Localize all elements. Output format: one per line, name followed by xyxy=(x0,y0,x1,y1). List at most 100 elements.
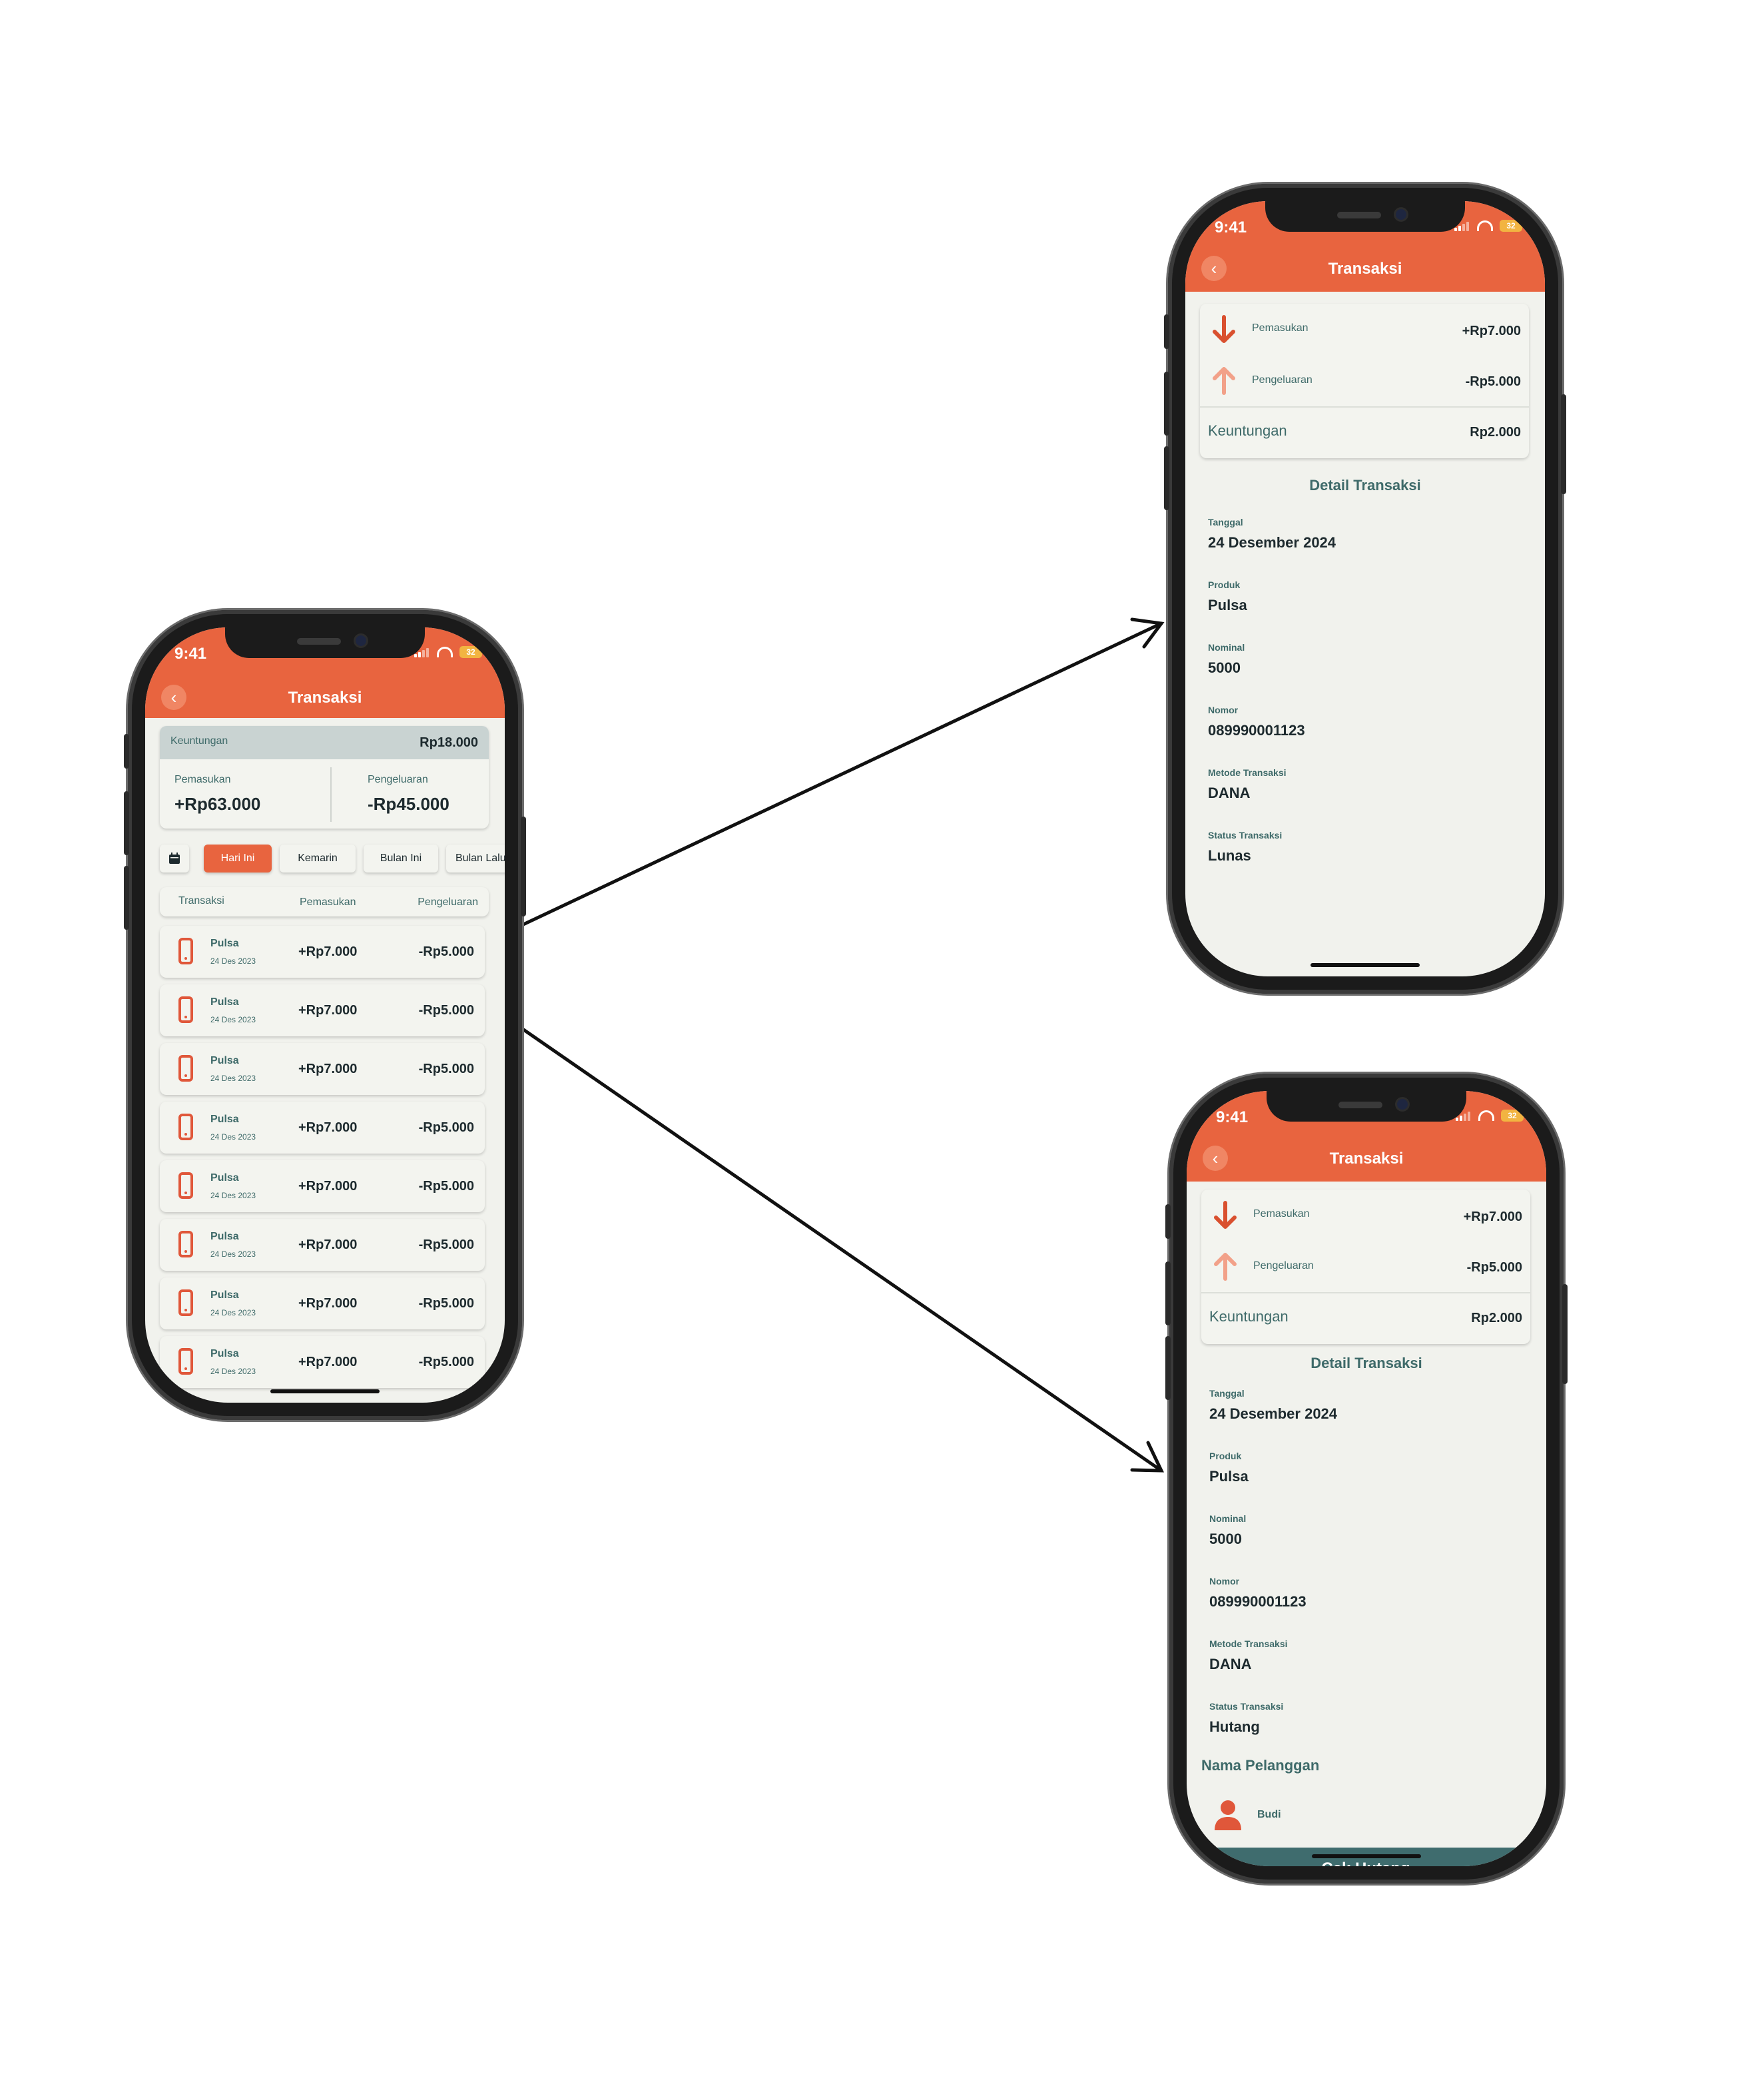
row-name: Pulsa xyxy=(210,1172,239,1184)
row-expense: -Rp5.000 xyxy=(418,1355,474,1369)
side-button xyxy=(1165,1336,1171,1400)
field-label: Nominal xyxy=(1209,1513,1247,1524)
row-income: +Rp7.000 xyxy=(298,1296,358,1311)
screen: 9:41 32 ‹ Transaksi Keuntungan Rp18.000 … xyxy=(145,627,505,1403)
customer-name: Budi xyxy=(1257,1809,1281,1820)
row-date: 24 Des 2023 xyxy=(210,1191,256,1200)
notch xyxy=(225,627,425,658)
field-value: 24 Desember 2024 xyxy=(1208,534,1336,551)
screen: 9:41 32 ‹ Transaksi Pemasukan +Rp7.000 P… xyxy=(1185,201,1545,976)
transaction-list: Pulsa 24 Des 2023 +Rp7.000 -Rp5.000 Puls… xyxy=(145,627,505,1403)
row-date: 24 Des 2023 xyxy=(210,1308,256,1317)
phone-icon xyxy=(178,938,193,964)
row-expense: -Rp5.000 xyxy=(418,1296,474,1311)
side-button xyxy=(1165,1261,1171,1325)
arrow-up-icon xyxy=(1213,367,1235,395)
battery-icon: 32 xyxy=(1500,220,1522,232)
field-label: Nominal xyxy=(1208,642,1245,653)
field-label: Metode Transaksi xyxy=(1209,1638,1288,1649)
table-row[interactable]: Pulsa 24 Des 2023 +Rp7.000 -Rp5.000 xyxy=(160,926,485,978)
table-row[interactable]: Pulsa 24 Des 2023 +Rp7.000 -Rp5.000 xyxy=(160,1219,485,1271)
amount-card: Pemasukan +Rp7.000 Pengeluaran -Rp5.000 … xyxy=(1201,1190,1530,1344)
amount-card: Pemasukan +Rp7.000 Pengeluaran -Rp5.000 … xyxy=(1200,304,1529,458)
phone-icon xyxy=(178,1289,193,1316)
income-label: Pemasukan xyxy=(1253,1208,1310,1220)
side-button xyxy=(1562,1284,1568,1384)
row-date: 24 Des 2023 xyxy=(210,1367,256,1376)
page-title: Transaksi xyxy=(1329,1150,1404,1168)
field-value: Hutang xyxy=(1209,1718,1260,1735)
customer-section-title: Nama Pelanggan xyxy=(1201,1757,1320,1774)
row-income: +Rp7.000 xyxy=(298,944,358,959)
arrow-to-lunas xyxy=(476,621,1163,948)
divider xyxy=(1201,1292,1530,1293)
page-title: Transaksi xyxy=(1328,260,1402,278)
expense-label: Pengeluaran xyxy=(1252,374,1313,386)
row-income: +Rp7.000 xyxy=(298,1179,358,1194)
status-time: 9:41 xyxy=(1215,218,1247,236)
row-name: Pulsa xyxy=(210,1055,239,1066)
arrow-head-hutang xyxy=(1130,1441,1165,1473)
profit-label: Keuntungan xyxy=(1208,422,1287,439)
row-expense: -Rp5.000 xyxy=(418,1237,474,1252)
table-row[interactable]: Pulsa 24 Des 2023 +Rp7.000 -Rp5.000 xyxy=(160,1043,485,1095)
table-row[interactable]: Pulsa 24 Des 2023 +Rp7.000 -Rp5.000 xyxy=(160,1336,485,1388)
table-row[interactable]: Pulsa 24 Des 2023 +Rp7.000 -Rp5.000 xyxy=(160,1277,485,1329)
row-name: Pulsa xyxy=(210,996,239,1008)
phone-list: 9:41 32 ‹ Transaksi Keuntungan Rp18.000 … xyxy=(124,610,526,1420)
screen: 9:41 32 ‹ Transaksi Pemasukan +Rp7.000 P… xyxy=(1187,1091,1546,1866)
side-button xyxy=(124,791,129,855)
row-date: 24 Des 2023 xyxy=(210,1074,256,1083)
profit-value: Rp2.000 xyxy=(1470,425,1521,440)
table-row[interactable]: Pulsa 24 Des 2023 +Rp7.000 -Rp5.000 xyxy=(160,984,485,1036)
link-icon xyxy=(1478,1110,1494,1121)
row-date: 24 Des 2023 xyxy=(210,956,256,966)
status-icons: 32 xyxy=(1456,1110,1524,1122)
phone-icon xyxy=(178,1114,193,1140)
row-date: 24 Des 2023 xyxy=(210,1132,256,1142)
phone-icon xyxy=(178,1055,193,1082)
link-icon xyxy=(1477,220,1493,231)
row-name: Pulsa xyxy=(210,1114,239,1125)
field-value: Pulsa xyxy=(1208,597,1247,613)
row-income: +Rp7.000 xyxy=(298,1237,358,1252)
table-row[interactable]: Pulsa 24 Des 2023 +Rp7.000 -Rp5.000 xyxy=(160,1102,485,1154)
profit-label: Keuntungan xyxy=(1209,1308,1289,1325)
phone-icon xyxy=(178,1348,193,1375)
phone-detail-lunas: 9:41 32 ‹ Transaksi Pemasukan +Rp7.000 P… xyxy=(1164,184,1566,994)
field-label: Nomor xyxy=(1208,705,1239,715)
side-button xyxy=(1164,446,1169,510)
side-button xyxy=(124,866,129,930)
arrow-to-hutang xyxy=(491,1006,1163,1473)
field-label: Status Transaksi xyxy=(1208,830,1283,841)
section-title: Detail Transaksi xyxy=(1309,477,1421,494)
row-expense: -Rp5.000 xyxy=(418,1062,474,1076)
customer-item[interactable]: Budi xyxy=(1201,1796,1530,1836)
arrow-up-icon xyxy=(1214,1253,1237,1281)
home-indicator xyxy=(270,1389,380,1393)
side-button xyxy=(521,817,526,916)
section-title: Detail Transaksi xyxy=(1311,1355,1422,1371)
phone-detail-hutang: 9:41 32 ‹ Transaksi Pemasukan +Rp7.000 P… xyxy=(1165,1074,1568,1884)
notch xyxy=(1267,1091,1466,1122)
side-button xyxy=(1164,372,1169,436)
income-value: +Rp7.000 xyxy=(1462,324,1521,338)
cek-hutang-label: Cek Hutang xyxy=(1201,1860,1530,1866)
row-expense: -Rp5.000 xyxy=(418,1120,474,1135)
field-label: Produk xyxy=(1209,1451,1242,1461)
row-income: +Rp7.000 xyxy=(298,1120,358,1135)
table-row[interactable]: Pulsa 24 Des 2023 +Rp7.000 -Rp5.000 xyxy=(160,1160,485,1212)
row-income: +Rp7.000 xyxy=(298,1355,358,1369)
expense-value: -Rp5.000 xyxy=(1466,1260,1522,1275)
row-expense: -Rp5.000 xyxy=(418,944,474,959)
phone-icon xyxy=(178,1231,193,1257)
side-button xyxy=(1164,314,1169,349)
user-icon xyxy=(1215,1800,1241,1830)
home-indicator xyxy=(1311,963,1420,967)
field-label: Metode Transaksi xyxy=(1208,767,1287,778)
field-value: 5000 xyxy=(1209,1531,1242,1547)
side-button xyxy=(1561,394,1566,494)
field-value: Lunas xyxy=(1208,847,1251,864)
row-name: Pulsa xyxy=(210,938,239,949)
field-label: Nomor xyxy=(1209,1576,1240,1586)
